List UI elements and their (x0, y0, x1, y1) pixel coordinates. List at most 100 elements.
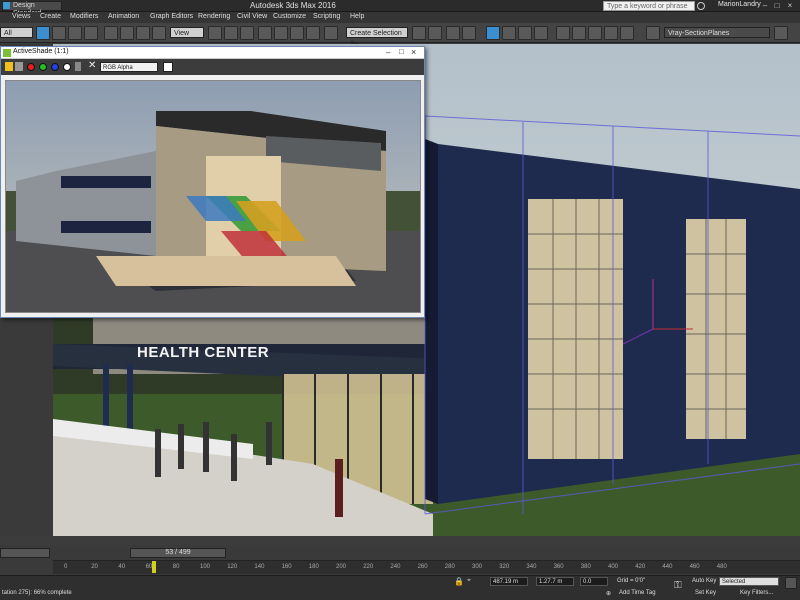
timeline-tick-label: 20 (91, 564, 98, 570)
a360-icon[interactable] (620, 26, 634, 40)
rect-selection-icon[interactable] (68, 26, 82, 40)
playback-icon[interactable] (785, 577, 797, 589)
current-layer-dropdown[interactable]: Vray-SectionPlanes (664, 27, 770, 38)
timeline-tick-label: 220 (363, 564, 374, 570)
curve-editor-icon[interactable] (502, 26, 516, 40)
search-input[interactable]: Type a keyword or phrase (603, 1, 695, 11)
timeline-tick-label: 400 (608, 564, 619, 570)
activeshade-titlebar[interactable]: ActiveShade (1:1) – □ × (1, 47, 424, 59)
move-icon[interactable] (104, 26, 118, 40)
green-channel-icon[interactable] (39, 63, 47, 71)
add-time-tag[interactable]: Add Time Tag (619, 590, 656, 596)
user-name[interactable]: MarionLandry (718, 1, 761, 8)
menu-bar: Views Create Modifiers Animation Graph E… (0, 12, 800, 23)
set-key-button[interactable]: Set Key (695, 590, 716, 596)
menu-graph-editors[interactable]: Graph Editors (150, 13, 193, 20)
status-message: tation 275): 66% complete (2, 590, 72, 596)
mini-curve-toggle[interactable] (0, 548, 50, 558)
edit-named-sets-icon[interactable] (324, 26, 338, 40)
menu-rendering[interactable]: Rendering (198, 13, 230, 20)
select-object-icon[interactable] (36, 26, 50, 40)
menu-create[interactable]: Create (40, 13, 61, 20)
timeline-tick-label: 260 (417, 564, 428, 570)
app-title: Autodesk 3ds Max 2016 (250, 1, 336, 10)
auto-key-button[interactable]: Auto Key (692, 578, 716, 584)
app-icon[interactable] (3, 2, 10, 9)
timeline-tick-label: 420 (635, 564, 646, 570)
snap-toggle-icon[interactable] (258, 26, 272, 40)
menu-customize[interactable]: Customize (273, 13, 306, 20)
x-coordinate-field[interactable]: 487.19 m (490, 577, 528, 586)
mono-icon[interactable] (75, 62, 81, 71)
z-coordinate-field[interactable]: 0.0 (580, 577, 608, 586)
timeline-tick-label: 0 (64, 564, 68, 570)
close-icon[interactable]: × (785, 1, 795, 10)
render-setup-icon[interactable] (556, 26, 570, 40)
layer-manager-icon[interactable] (446, 26, 460, 40)
menu-help[interactable]: Help (350, 13, 364, 20)
time-slider[interactable]: 53 / 499 (130, 548, 226, 558)
ribbon-icon[interactable] (486, 26, 500, 40)
selection-filter-dropdown[interactable]: All (0, 27, 33, 38)
window-crossing-icon[interactable] (84, 26, 98, 40)
render-iterative-icon[interactable] (604, 26, 618, 40)
red-channel-icon[interactable] (27, 63, 35, 71)
timeline-tick-label: 160 (281, 564, 292, 570)
key-filters-button[interactable]: Key Filters... (740, 590, 773, 596)
display-channel-dropdown[interactable]: RGB Alpha (100, 62, 158, 72)
timeline-tick-label: 240 (390, 564, 401, 570)
timeline-tick-label: 480 (716, 564, 727, 570)
rendered-frame-icon[interactable] (572, 26, 586, 40)
mirror-icon[interactable] (412, 26, 426, 40)
y-coordinate-field[interactable]: 1.27.7 m (536, 577, 574, 586)
key-selection-dropdown[interactable]: Selected (719, 577, 779, 586)
workspace-dropdown[interactable]: Design Standard (2, 1, 62, 17)
activeshade-title: ActiveShade (1:1) (13, 48, 69, 55)
timeline-tick-label: 140 (254, 564, 265, 570)
menu-civil-view[interactable]: Civil View (237, 13, 267, 20)
as-close-icon[interactable]: × (411, 47, 416, 57)
activeshade-window[interactable]: ActiveShade (1:1) – □ × ✕ RGB Alpha (0, 46, 425, 318)
as-minimize-icon[interactable]: – (386, 48, 390, 57)
menu-modifiers[interactable]: Modifiers (70, 13, 98, 20)
search-icon[interactable] (697, 2, 705, 10)
scale-icon[interactable] (136, 26, 150, 40)
activeshade-render[interactable] (5, 80, 421, 313)
menu-scripting[interactable]: Scripting (313, 13, 340, 20)
as-maximize-icon[interactable]: □ (399, 47, 404, 56)
blue-channel-icon[interactable] (51, 63, 59, 71)
schematic-view-icon[interactable] (518, 26, 532, 40)
keyboard-shortcut-icon[interactable] (240, 26, 254, 40)
absolute-mode-icon[interactable]: ⌖ (467, 577, 471, 585)
color-swatch[interactable] (163, 62, 173, 72)
layer-add-icon[interactable] (774, 26, 788, 40)
timeline-tick-label: 180 (308, 564, 319, 570)
layer-toggle-icon[interactable] (646, 26, 660, 40)
named-selection-dropdown[interactable]: Create Selection Se (346, 27, 408, 48)
copy-image-icon[interactable] (15, 62, 23, 71)
maximize-icon[interactable]: □ (772, 1, 782, 10)
render-teapot-icon[interactable] (588, 26, 602, 40)
manipulate-icon[interactable] (224, 26, 238, 40)
save-image-icon[interactable] (5, 62, 13, 71)
align-icon[interactable] (428, 26, 442, 40)
menu-animation[interactable]: Animation (108, 13, 139, 20)
key-icon[interactable]: ⚿ (674, 580, 682, 591)
clear-icon[interactable]: ✕ (88, 60, 96, 71)
menu-views[interactable]: Views (12, 13, 31, 20)
timeline-tick-label: 40 (118, 564, 126, 570)
percent-snap-icon[interactable] (290, 26, 304, 40)
reference-coord-dropdown[interactable]: View (170, 27, 204, 38)
time-tag-icon[interactable]: ⊕ (606, 590, 611, 597)
spinner-snap-icon[interactable] (306, 26, 320, 40)
lock-selection-icon[interactable]: 🔒 (454, 577, 464, 586)
place-icon[interactable] (152, 26, 166, 40)
select-by-name-icon[interactable] (52, 26, 66, 40)
material-editor-icon[interactable] (534, 26, 548, 40)
alpha-channel-icon[interactable] (63, 63, 71, 71)
angle-snap-icon[interactable] (274, 26, 288, 40)
rotate-icon[interactable] (120, 26, 134, 40)
scene-explorer-icon[interactable] (462, 26, 476, 40)
minimize-icon[interactable]: – (760, 1, 770, 10)
pivot-icon[interactable] (208, 26, 222, 40)
